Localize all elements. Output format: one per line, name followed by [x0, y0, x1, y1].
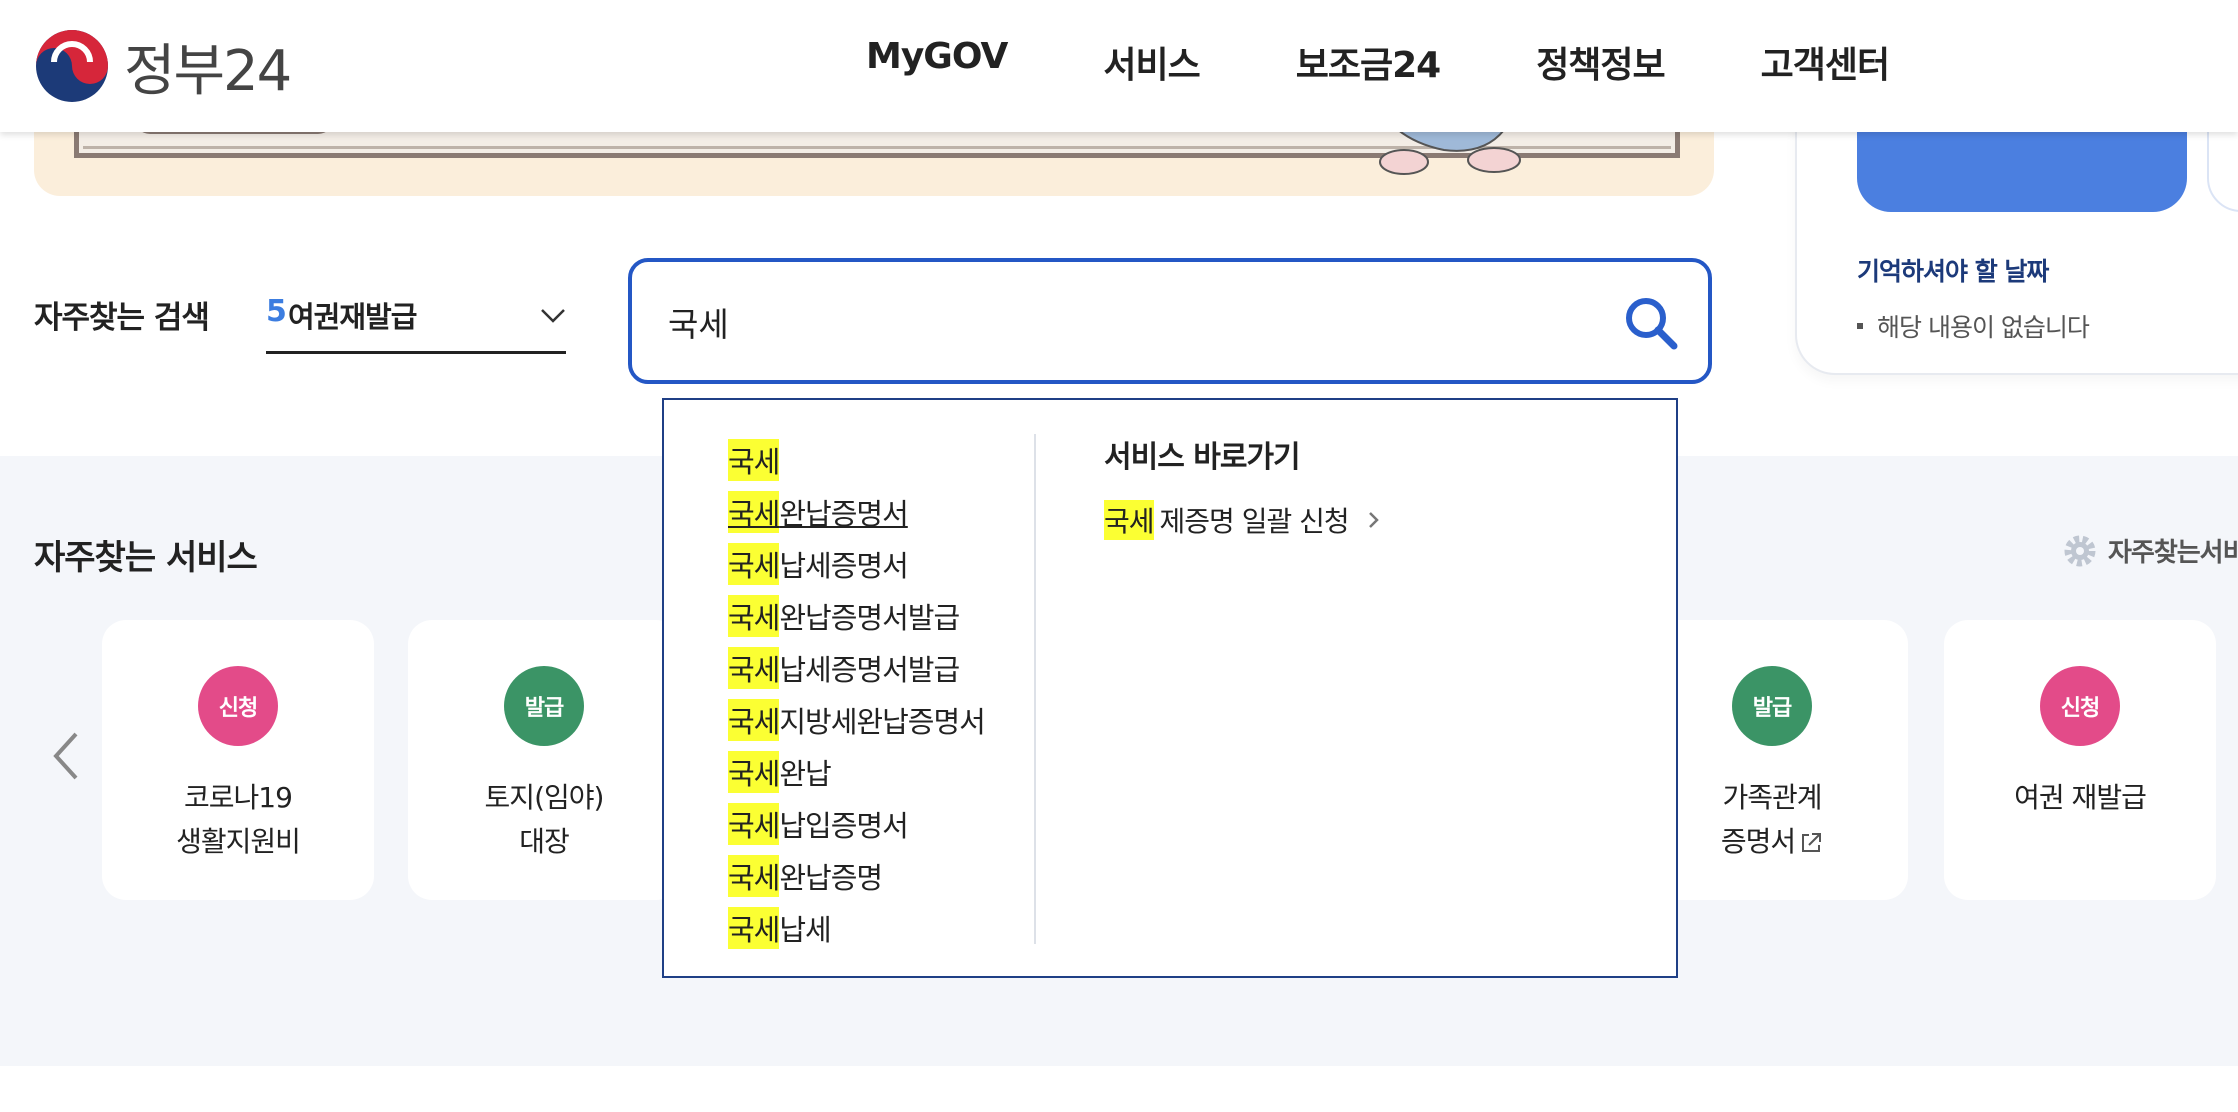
frequent-search-ranking[interactable]: 5 여권재발급 — [266, 288, 566, 354]
suggestion-rest: 완납증명서 — [779, 497, 908, 531]
search-icon[interactable] — [1624, 296, 1678, 350]
remember-dates-title: 기억하셔야 할 날짜 — [1857, 257, 2049, 286]
suggestion-item[interactable]: 국세 완납증명서발급 — [728, 590, 1018, 642]
shortcut-highlight: 국세 — [1104, 500, 1155, 540]
suggestion-highlight: 국세 — [728, 439, 780, 481]
remember-empty-text: 해당 내용이 없습니다 — [1877, 313, 2090, 342]
site-logo[interactable]: 정부24 — [34, 26, 292, 106]
suggestion-highlight: 국세 — [728, 595, 780, 637]
service-shortcut-link[interactable]: 국세 제증명 일괄 신청 — [1104, 500, 1381, 540]
nav-policy-info[interactable]: 정책정보 — [1536, 36, 1665, 88]
frequent-services-settings[interactable]: 자주찾는서비 — [2062, 532, 2238, 569]
suggestion-highlight: 국세 — [728, 699, 780, 741]
external-link-icon — [1802, 833, 1822, 852]
settings-label: 자주찾는서비 — [2108, 538, 2238, 568]
service-card[interactable]: 발급 토지(임야) 대장 — [408, 620, 680, 900]
chevron-right-icon — [1368, 512, 1379, 528]
search-autocomplete: 국세 국세 완납증명서 국세 납세증명서 국세 완납증명서발급 국세 납세증명서발급 국… — [662, 398, 1678, 978]
rank-number: 5 — [266, 294, 287, 329]
search-box — [628, 258, 1712, 384]
remember-dates-empty: 해당 내용이 없습니다 — [1857, 308, 2090, 344]
suggestion-item[interactable]: 국세 납입증명서 — [728, 798, 1018, 850]
nav-services[interactable]: 서비스 — [1103, 36, 1200, 88]
card-title-line1: 여권 재발급 — [2014, 781, 2147, 814]
chevron-down-icon[interactable] — [540, 302, 566, 328]
autocomplete-divider — [1034, 434, 1036, 944]
service-card-title: 코로나19 생활지원비 — [102, 776, 374, 864]
gear-icon — [2064, 535, 2096, 566]
suggestion-highlight: 국세 — [728, 491, 780, 533]
suggestion-list: 국세 국세 완납증명서 국세 납세증명서 국세 완납증명서발급 국세 납세증명서발급 국… — [728, 434, 1018, 954]
suggestion-item[interactable]: 국세 납세 — [728, 902, 1018, 954]
suggestion-highlight: 국세 — [728, 751, 780, 793]
shortcut-text: 제증명 일괄 신청 — [1159, 505, 1350, 538]
suggestion-item[interactable]: 국세 완납증명서 — [728, 486, 1018, 538]
suggestion-rest: 지방세완납증명서 — [779, 705, 985, 739]
main-nav: MyGOV 서비스 보조금24 정책정보 고객센터 — [866, 36, 1985, 88]
card-title-line2: 증명서 — [1720, 825, 1796, 858]
suggestion-rest: 완납 — [779, 757, 831, 791]
suggestion-item[interactable]: 국세 — [728, 434, 1018, 486]
card-title-line1: 토지(임야) — [484, 781, 605, 814]
service-shortcut-title: 서비스 바로가기 — [1104, 440, 1301, 475]
suggestion-highlight: 국세 — [728, 803, 780, 845]
issue-badge: 발급 — [1732, 666, 1812, 746]
suggestion-item[interactable]: 국세 지방세완납증명서 — [728, 694, 1018, 746]
nav-customer-center[interactable]: 고객센터 — [1761, 36, 1890, 88]
rank-keyword[interactable]: 여권재발급 — [288, 294, 417, 336]
service-card[interactable]: 신청 코로나19 생활지원비 — [102, 620, 374, 900]
suggestion-rest: 완납증명서발급 — [779, 601, 960, 635]
suggestion-rest: 납세증명서발급 — [779, 653, 960, 687]
service-card[interactable]: 신청 여권 재발급 — [1944, 620, 2216, 900]
apply-badge: 신청 — [2040, 666, 2120, 746]
suggestion-highlight: 국세 — [728, 543, 780, 585]
suggestion-item[interactable]: 국세 납세증명서발급 — [728, 642, 1018, 694]
logo-text: 정부24 — [124, 38, 292, 104]
card-title-line1: 가족관계 — [1722, 781, 1822, 814]
nav-subsidy24[interactable]: 보조금24 — [1296, 36, 1441, 88]
card-title-line2: 생활지원비 — [176, 825, 301, 858]
service-card-title: 여권 재발급 — [1944, 776, 2216, 820]
search-input[interactable] — [668, 290, 1568, 354]
site-header: 정부24 MyGOV 서비스 보조금24 정책정보 고객센터 — [0, 0, 2238, 132]
chevron-left-icon[interactable] — [48, 728, 84, 784]
suggestion-rest: 납세 — [779, 913, 831, 947]
nav-mygov[interactable]: MyGOV — [866, 36, 1008, 88]
taegeuk-logo-icon — [36, 30, 108, 102]
suggestion-item[interactable]: 국세 완납 — [728, 746, 1018, 798]
frequent-services-title: 자주찾는 서비스 — [34, 538, 258, 578]
suggestion-item[interactable]: 국세 완납증명 — [728, 850, 1018, 902]
suggestion-rest: 완납증명 — [779, 861, 883, 895]
suggestion-highlight: 국세 — [728, 907, 780, 949]
my-info-panel: 기억하셔야 할 날짜 해당 내용이 없습니다 — [1795, 100, 2238, 375]
issue-badge: 발급 — [504, 666, 584, 746]
service-card-title: 토지(임야) 대장 — [408, 776, 680, 864]
apply-badge: 신청 — [198, 666, 278, 746]
frequent-search-label: 자주찾는 검색 — [34, 300, 210, 336]
suggestion-highlight: 국세 — [728, 855, 780, 897]
suggestion-item[interactable]: 국세 납세증명서 — [728, 538, 1018, 590]
card-title-line2: 대장 — [519, 825, 570, 858]
suggestion-rest: 납입증명서 — [779, 809, 908, 843]
suggestion-rest: 납세증명서 — [779, 549, 908, 583]
card-title-line1: 코로나19 — [184, 781, 293, 814]
suggestion-highlight: 국세 — [728, 647, 780, 689]
bullet-icon — [1857, 323, 1863, 329]
